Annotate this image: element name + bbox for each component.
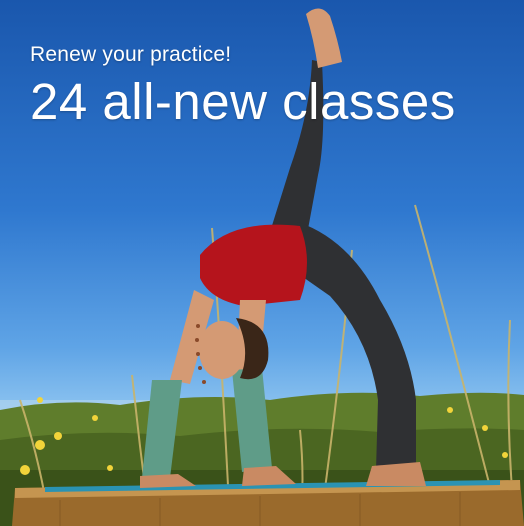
headline-block: Renew your practice! 24 all-new classes (30, 44, 456, 127)
promo-banner[interactable]: Renew your practice! 24 all-new classes (0, 0, 524, 526)
banner-subtitle: Renew your practice! (30, 43, 232, 66)
banner-title: 24 all-new classes (30, 73, 456, 130)
